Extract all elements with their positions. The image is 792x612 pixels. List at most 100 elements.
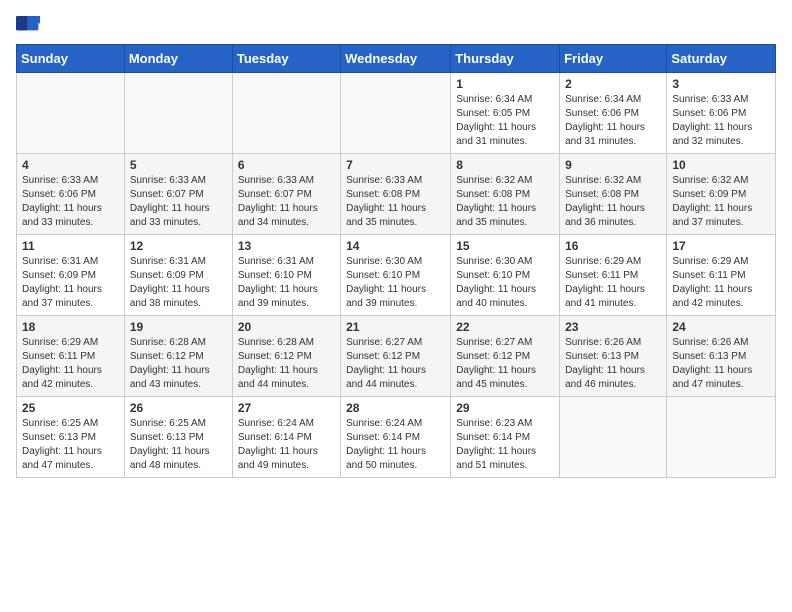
- day-number: 1: [456, 77, 554, 91]
- day-info: Sunrise: 6:33 AMSunset: 6:07 PMDaylight:…: [238, 174, 335, 230]
- logo-icon: [16, 16, 40, 36]
- day-number: 27: [238, 401, 335, 415]
- calendar-cell: 24 Sunrise: 6:26 AMSunset: 6:13 PMDayligh…: [667, 316, 776, 397]
- day-number: 25: [22, 401, 119, 415]
- calendar-cell: 10 Sunrise: 6:32 AMSunset: 6:09 PMDayligh…: [667, 154, 776, 235]
- day-info: Sunrise: 6:33 AMSunset: 6:06 PMDaylight:…: [22, 174, 119, 230]
- day-info: Sunrise: 6:27 AMSunset: 6:12 PMDaylight:…: [346, 336, 445, 392]
- calendar-table: SundayMondayTuesdayWednesdayThursdayFrid…: [16, 44, 776, 478]
- calendar-cell: 18 Sunrise: 6:29 AMSunset: 6:11 PMDayligh…: [17, 316, 125, 397]
- day-number: 9: [565, 158, 661, 172]
- day-number: 17: [672, 239, 770, 253]
- day-number: 18: [22, 320, 119, 334]
- day-info: Sunrise: 6:25 AMSunset: 6:13 PMDaylight:…: [130, 417, 227, 473]
- calendar-cell: 5 Sunrise: 6:33 AMSunset: 6:07 PMDaylight…: [124, 154, 232, 235]
- calendar-cell: 9 Sunrise: 6:32 AMSunset: 6:08 PMDaylight…: [560, 154, 667, 235]
- calendar-cell: 12Sunrise: 6:31 AMSunset: 6:09 PMDayligh…: [124, 235, 232, 316]
- day-info: Sunrise: 6:23 AMSunset: 6:14 PMDaylight:…: [456, 417, 554, 473]
- calendar-cell: 7Sunrise: 6:33 AMSunset: 6:08 PMDaylight…: [341, 154, 451, 235]
- day-number: 2: [565, 77, 661, 91]
- day-number: 20: [238, 320, 335, 334]
- day-number: 15: [456, 239, 554, 253]
- calendar-cell: [17, 73, 125, 154]
- day-number: 13: [238, 239, 335, 253]
- calendar-cell: [667, 397, 776, 478]
- day-info: Sunrise: 6:25 AMSunset: 6:13 PMDaylight:…: [22, 417, 119, 473]
- day-number: 29: [456, 401, 554, 415]
- calendar-cell: [560, 397, 667, 478]
- calendar-cell: 6 Sunrise: 6:33 AMSunset: 6:07 PMDaylight…: [232, 154, 340, 235]
- calendar-cell: 13 Sunrise: 6:31 AMSunset: 6:10 PMDayligh…: [232, 235, 340, 316]
- day-info: Sunrise: 6:30 AMSunset: 6:10 PMDaylight:…: [456, 255, 554, 311]
- day-info: Sunrise: 6:26 AMSunset: 6:13 PMDaylight:…: [672, 336, 770, 392]
- day-info: Sunrise: 6:33 AMSunset: 6:06 PMDaylight:…: [672, 93, 770, 149]
- calendar-cell: 28 Sunrise: 6:24 AMSunset: 6:14 PMDayligh…: [341, 397, 451, 478]
- calendar-cell: 23 Sunrise: 6:26 AMSunset: 6:13 PMDayligh…: [560, 316, 667, 397]
- day-info: Sunrise: 6:29 AMSunset: 6:11 PMDaylight:…: [672, 255, 770, 311]
- weekday-header-monday: Monday: [124, 45, 232, 73]
- day-number: 7: [346, 158, 445, 172]
- calendar-body: 1 Sunrise: 6:34 AMSunset: 6:05 PMDaylight…: [17, 73, 776, 478]
- weekday-header-friday: Friday: [560, 45, 667, 73]
- calendar-cell: [124, 73, 232, 154]
- day-info: Sunrise: 6:31 AMSunset: 6:10 PMDaylight:…: [238, 255, 335, 311]
- day-info: Sunrise: 6:30 AMSunset: 6:10 PMDaylight:…: [346, 255, 445, 311]
- day-number: 28: [346, 401, 445, 415]
- calendar-cell: 4 Sunrise: 6:33 AMSunset: 6:06 PMDaylight…: [17, 154, 125, 235]
- calendar-cell: 21 Sunrise: 6:27 AMSunset: 6:12 PMDayligh…: [341, 316, 451, 397]
- weekday-header-wednesday: Wednesday: [341, 45, 451, 73]
- weekday-header-thursday: Thursday: [451, 45, 560, 73]
- calendar-cell: 25 Sunrise: 6:25 AMSunset: 6:13 PMDayligh…: [17, 397, 125, 478]
- day-info: Sunrise: 6:32 AMSunset: 6:08 PMDaylight:…: [456, 174, 554, 230]
- day-info: Sunrise: 6:32 AMSunset: 6:08 PMDaylight:…: [565, 174, 661, 230]
- calendar-cell: 11 Sunrise: 6:31 AMSunset: 6:09 PMDayligh…: [17, 235, 125, 316]
- day-number: 16: [565, 239, 661, 253]
- day-info: Sunrise: 6:27 AMSunset: 6:12 PMDaylight:…: [456, 336, 554, 392]
- calendar-cell: 29 Sunrise: 6:23 AMSunset: 6:14 PMDayligh…: [451, 397, 560, 478]
- calendar-cell: [341, 73, 451, 154]
- day-number: 23: [565, 320, 661, 334]
- weekday-header-sunday: Sunday: [17, 45, 125, 73]
- day-number: 3: [672, 77, 770, 91]
- day-number: 14: [346, 239, 445, 253]
- day-number: 5: [130, 158, 227, 172]
- calendar-cell: 16 Sunrise: 6:29 AMSunset: 6:11 PMDayligh…: [560, 235, 667, 316]
- day-number: 22: [456, 320, 554, 334]
- day-info: Sunrise: 6:28 AMSunset: 6:12 PMDaylight:…: [130, 336, 227, 392]
- day-info: Sunrise: 6:29 AMSunset: 6:11 PMDaylight:…: [22, 336, 119, 392]
- calendar-cell: [232, 73, 340, 154]
- day-info: Sunrise: 6:33 AMSunset: 6:07 PMDaylight:…: [130, 174, 227, 230]
- calendar-week-3: 11 Sunrise: 6:31 AMSunset: 6:09 PMDayligh…: [17, 235, 776, 316]
- calendar-week-2: 4 Sunrise: 6:33 AMSunset: 6:06 PMDaylight…: [17, 154, 776, 235]
- day-info: Sunrise: 6:34 AMSunset: 6:06 PMDaylight:…: [565, 93, 661, 149]
- calendar-cell: 22 Sunrise: 6:27 AMSunset: 6:12 PMDayligh…: [451, 316, 560, 397]
- day-info: Sunrise: 6:31 AMSunset: 6:09 PMDaylight:…: [22, 255, 119, 311]
- day-info: Sunrise: 6:29 AMSunset: 6:11 PMDaylight:…: [565, 255, 661, 311]
- day-number: 12: [130, 239, 227, 253]
- calendar-week-5: 25 Sunrise: 6:25 AMSunset: 6:13 PMDayligh…: [17, 397, 776, 478]
- calendar-cell: 27 Sunrise: 6:24 AMSunset: 6:14 PMDayligh…: [232, 397, 340, 478]
- day-number: 21: [346, 320, 445, 334]
- day-info: Sunrise: 6:24 AMSunset: 6:14 PMDaylight:…: [238, 417, 335, 473]
- calendar-cell: 8Sunrise: 6:32 AMSunset: 6:08 PMDaylight…: [451, 154, 560, 235]
- day-number: 6: [238, 158, 335, 172]
- day-info: Sunrise: 6:32 AMSunset: 6:09 PMDaylight:…: [672, 174, 770, 230]
- day-info: Sunrise: 6:24 AMSunset: 6:14 PMDaylight:…: [346, 417, 445, 473]
- logo: [16, 16, 44, 36]
- day-number: 4: [22, 158, 119, 172]
- weekday-header-tuesday: Tuesday: [232, 45, 340, 73]
- day-number: 11: [22, 239, 119, 253]
- calendar-cell: 14 Sunrise: 6:30 AMSunset: 6:10 PMDayligh…: [341, 235, 451, 316]
- calendar-cell: 1 Sunrise: 6:34 AMSunset: 6:05 PMDaylight…: [451, 73, 560, 154]
- day-number: 24: [672, 320, 770, 334]
- calendar-cell: 26 Sunrise: 6:25 AMSunset: 6:13 PMDayligh…: [124, 397, 232, 478]
- day-number: 10: [672, 158, 770, 172]
- weekday-header-row: SundayMondayTuesdayWednesdayThursdayFrid…: [17, 45, 776, 73]
- calendar-cell: 3 Sunrise: 6:33 AMSunset: 6:06 PMDaylight…: [667, 73, 776, 154]
- day-info: Sunrise: 6:34 AMSunset: 6:05 PMDaylight:…: [456, 93, 554, 149]
- calendar-cell: 19 Sunrise: 6:28 AMSunset: 6:12 PMDayligh…: [124, 316, 232, 397]
- day-number: 19: [130, 320, 227, 334]
- day-info: Sunrise: 6:28 AMSunset: 6:12 PMDaylight:…: [238, 336, 335, 392]
- day-info: Sunrise: 6:26 AMSunset: 6:13 PMDaylight:…: [565, 336, 661, 392]
- day-number: 26: [130, 401, 227, 415]
